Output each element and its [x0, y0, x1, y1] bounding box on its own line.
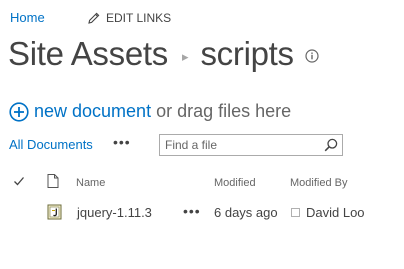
modified-date: 6 days ago [214, 205, 278, 220]
column-header-modified[interactable]: Modified [214, 177, 256, 189]
info-icon[interactable] [305, 49, 319, 63]
edit-links-label: EDIT LINKS [106, 11, 172, 25]
drag-files-hint: or drag files here [156, 101, 292, 121]
add-circle-icon[interactable] [9, 101, 29, 122]
view-selector-bar: All Documents ••• [9, 134, 399, 156]
library-title[interactable]: scripts [200, 35, 294, 73]
site-title-link[interactable]: Site Assets [8, 35, 168, 73]
search-icon[interactable] [324, 138, 338, 152]
pencil-icon [88, 12, 100, 24]
column-header-modified-by[interactable]: Modified By [290, 177, 347, 189]
new-document-command: new document or drag files here [9, 101, 291, 122]
modified-by-user[interactable]: David Loo [306, 205, 365, 220]
search-input[interactable] [165, 136, 315, 154]
find-file-search [159, 134, 343, 156]
list-header: Name Modified Modified By [0, 174, 404, 192]
top-nav: Home EDIT LINKS [10, 10, 171, 25]
edit-links-button[interactable]: EDIT LINKS [88, 11, 171, 25]
item-menu-button[interactable]: ••• [183, 203, 201, 219]
document-type-icon [47, 174, 59, 188]
table-row[interactable]: jquery-1.11.3 ••• 6 days ago David Loo [0, 200, 404, 224]
js-file-icon [47, 204, 62, 220]
presence-indicator-icon [291, 208, 300, 217]
column-header-name[interactable]: Name [76, 177, 105, 189]
view-all-documents[interactable]: All Documents [9, 137, 93, 152]
new-document-link[interactable]: new document [34, 101, 151, 122]
file-name-link[interactable]: jquery-1.11.3 [77, 205, 152, 220]
select-all-checkmark-icon[interactable] [13, 176, 25, 187]
breadcrumb-separator-icon: ▸ [181, 49, 189, 64]
page-title: Site Assets ▸ scripts [8, 32, 319, 76]
more-views-button[interactable]: ••• [113, 134, 131, 150]
home-link[interactable]: Home [10, 10, 45, 25]
